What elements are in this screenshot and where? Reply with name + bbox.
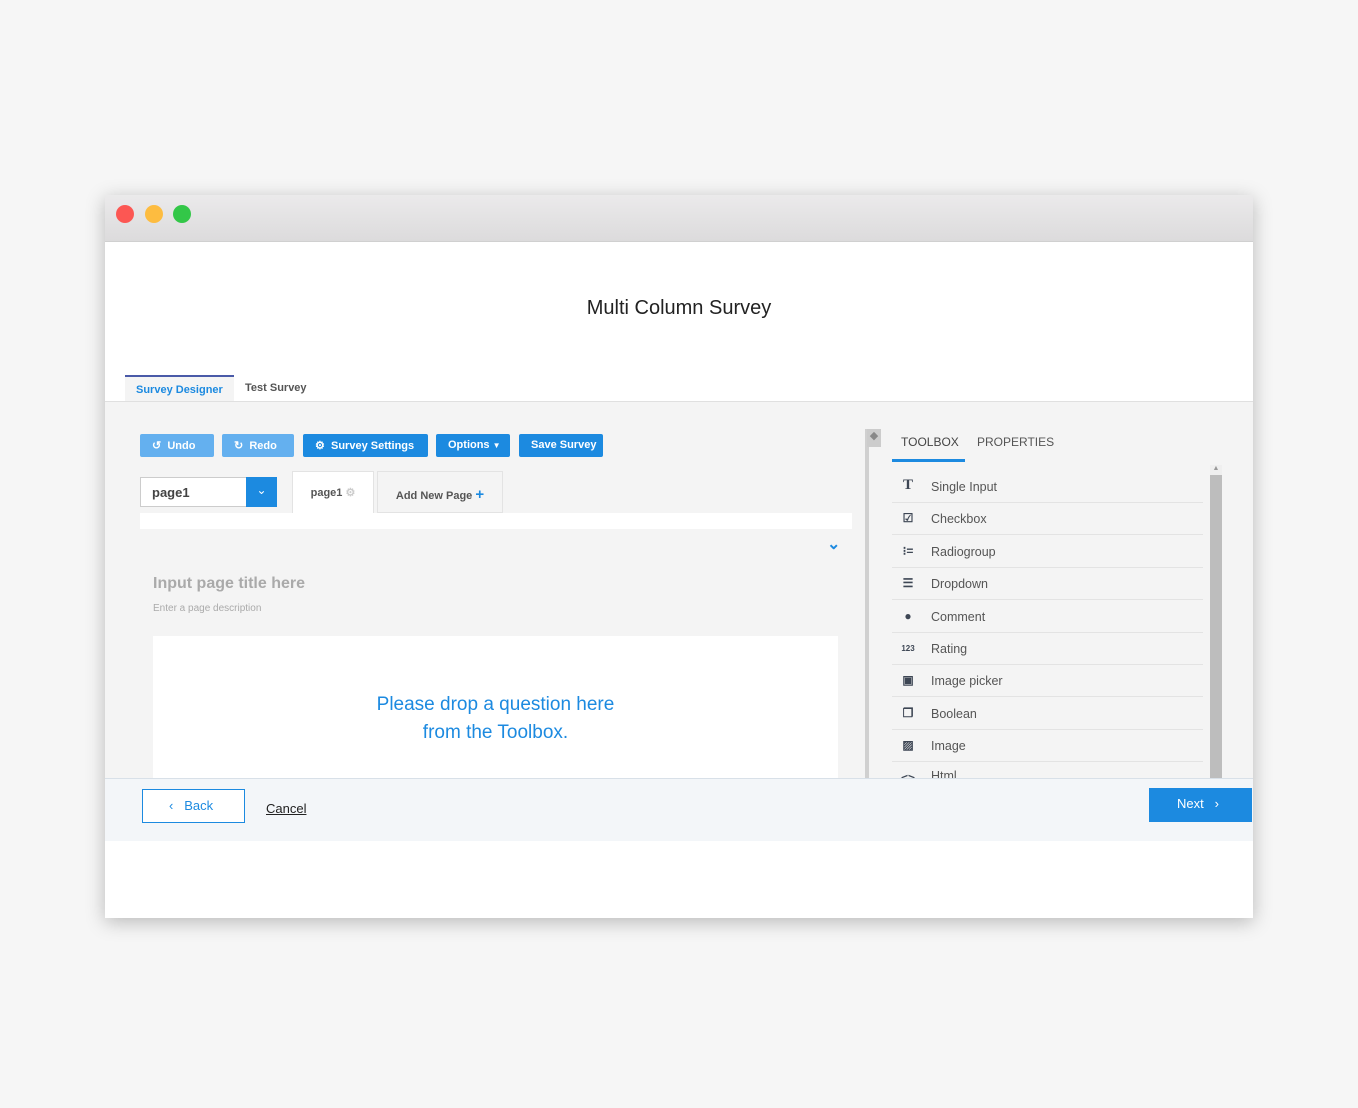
redo-label: Redo bbox=[249, 440, 277, 452]
page-title: Multi Column Survey bbox=[586, 297, 772, 319]
sidebar-divider[interactable] bbox=[865, 429, 869, 779]
chevron-left-icon: ‹ bbox=[169, 798, 174, 813]
image-icon: ▨ bbox=[902, 738, 914, 752]
minimize-window-button[interactable] bbox=[145, 205, 163, 223]
tab-toolbox[interactable]: TOOLBOX bbox=[901, 435, 959, 449]
toolbox-item-image-picker[interactable]: ▣ Image picker bbox=[892, 665, 1203, 697]
tab-test-survey[interactable]: Test Survey bbox=[234, 375, 318, 402]
page-tab-label: page1 bbox=[310, 487, 343, 499]
toolbox-scrollbar[interactable] bbox=[1210, 471, 1222, 779]
options-button[interactable]: Options ▼ bbox=[436, 434, 510, 457]
chevron-right-icon: › bbox=[1214, 796, 1219, 811]
survey-settings-button[interactable]: ⚙ Survey Settings bbox=[303, 434, 428, 457]
toolbox-item-checkbox[interactable]: ☑ Checkbox bbox=[892, 503, 1203, 535]
back-label: Back bbox=[184, 798, 214, 813]
drop-hint-line2: from the Toolbox. bbox=[422, 722, 569, 743]
toolbox-item-label: Comment bbox=[931, 610, 986, 624]
toolbox-item-label: Radiogroup bbox=[931, 545, 996, 559]
toolbox-item-label: Checkbox bbox=[931, 512, 987, 526]
save-survey-button[interactable]: Save Survey bbox=[519, 434, 603, 457]
chevron-down-icon[interactable]: ⌄ bbox=[246, 477, 277, 507]
redo-icon: ↻ bbox=[234, 440, 244, 452]
toolbox-item-dropdown[interactable]: ☰ Dropdown bbox=[892, 568, 1203, 600]
toolbox-item-label: Dropdown bbox=[931, 577, 988, 591]
page-description-input[interactable]: Enter a page description bbox=[153, 603, 261, 614]
boolean-icon: ❐ bbox=[902, 706, 914, 720]
undo-label: Undo bbox=[167, 440, 196, 452]
redo-button[interactable]: ↻ Redo bbox=[222, 434, 294, 457]
drop-hint-line1: Please drop a question here bbox=[376, 694, 615, 715]
app-window: Multi Column Survey Survey Designer Test… bbox=[105, 195, 1253, 918]
toolbox-item-label: Image picker bbox=[931, 674, 1003, 688]
gear-icon[interactable]: ⚙ bbox=[345, 487, 355, 499]
toolbox-item-label: Boolean bbox=[931, 707, 977, 721]
add-new-page-button[interactable]: Add New Page + bbox=[377, 471, 503, 513]
page-title-input[interactable]: Input page title here bbox=[153, 575, 305, 593]
gear-icon: ⚙ bbox=[315, 440, 325, 452]
title-bar bbox=[105, 195, 1253, 242]
page-tab-page1[interactable]: page1 ⚙ bbox=[292, 471, 374, 513]
dropdown-icon: ☰ bbox=[902, 576, 914, 590]
plus-icon: + bbox=[475, 486, 485, 503]
toolbox-item-label: Rating bbox=[931, 642, 968, 656]
options-label: Options bbox=[448, 439, 490, 451]
question-drop-zone[interactable]: Please drop a question here from the Too… bbox=[153, 636, 838, 778]
toolbox-item-rating[interactable]: 123 Rating bbox=[892, 633, 1203, 665]
undo-button[interactable]: ↺ Undo bbox=[140, 434, 214, 457]
comment-icon: ● bbox=[904, 609, 912, 623]
rating-icon: 123 bbox=[901, 644, 915, 653]
tab-properties[interactable]: PROPERTIES bbox=[977, 435, 1054, 449]
toolbox-item-single-input[interactable]: T Single Input bbox=[892, 471, 1203, 503]
toolbox-item-label: Image bbox=[931, 739, 966, 753]
checkbox-icon: ☑ bbox=[902, 511, 914, 525]
radiogroup-icon: ⁝= bbox=[902, 544, 914, 558]
maximize-window-button[interactable] bbox=[173, 205, 191, 223]
settings-label: Survey Settings bbox=[331, 440, 415, 452]
toolbox-item-label: Single Input bbox=[931, 480, 998, 494]
active-tab-indicator bbox=[892, 459, 965, 462]
tab-survey-designer[interactable]: Survey Designer bbox=[125, 375, 234, 403]
collapse-chevron-icon[interactable]: ⌄ bbox=[827, 534, 840, 554]
page-header-strip bbox=[140, 513, 852, 529]
back-button[interactable]: ‹ Back bbox=[142, 789, 245, 823]
add-page-label: Add New Page bbox=[395, 490, 473, 502]
next-label: Next bbox=[1177, 796, 1204, 811]
close-window-button[interactable] bbox=[116, 205, 134, 223]
next-button[interactable]: Next › bbox=[1149, 788, 1252, 822]
toolbox-item-boolean[interactable]: ❐ Boolean bbox=[892, 698, 1203, 730]
scroll-up-icon[interactable]: ▲ bbox=[1210, 465, 1222, 475]
cancel-link[interactable]: Cancel bbox=[266, 801, 306, 816]
image-picker-icon: ▣ bbox=[902, 673, 914, 687]
toolbox-item-html[interactable]: <> Html bbox=[892, 763, 1203, 779]
undo-icon: ↺ bbox=[152, 440, 162, 452]
text-icon: T bbox=[902, 477, 913, 493]
caret-down-icon: ▼ bbox=[492, 441, 501, 450]
toolbox-item-image[interactable]: ▨ Image bbox=[892, 730, 1203, 762]
collapse-sidebar-icon[interactable]: ◆ bbox=[867, 429, 881, 447]
toolbox-item-radiogroup[interactable]: ⁝= Radiogroup bbox=[892, 536, 1203, 568]
toolbox-item-comment[interactable]: ● Comment bbox=[892, 601, 1203, 633]
